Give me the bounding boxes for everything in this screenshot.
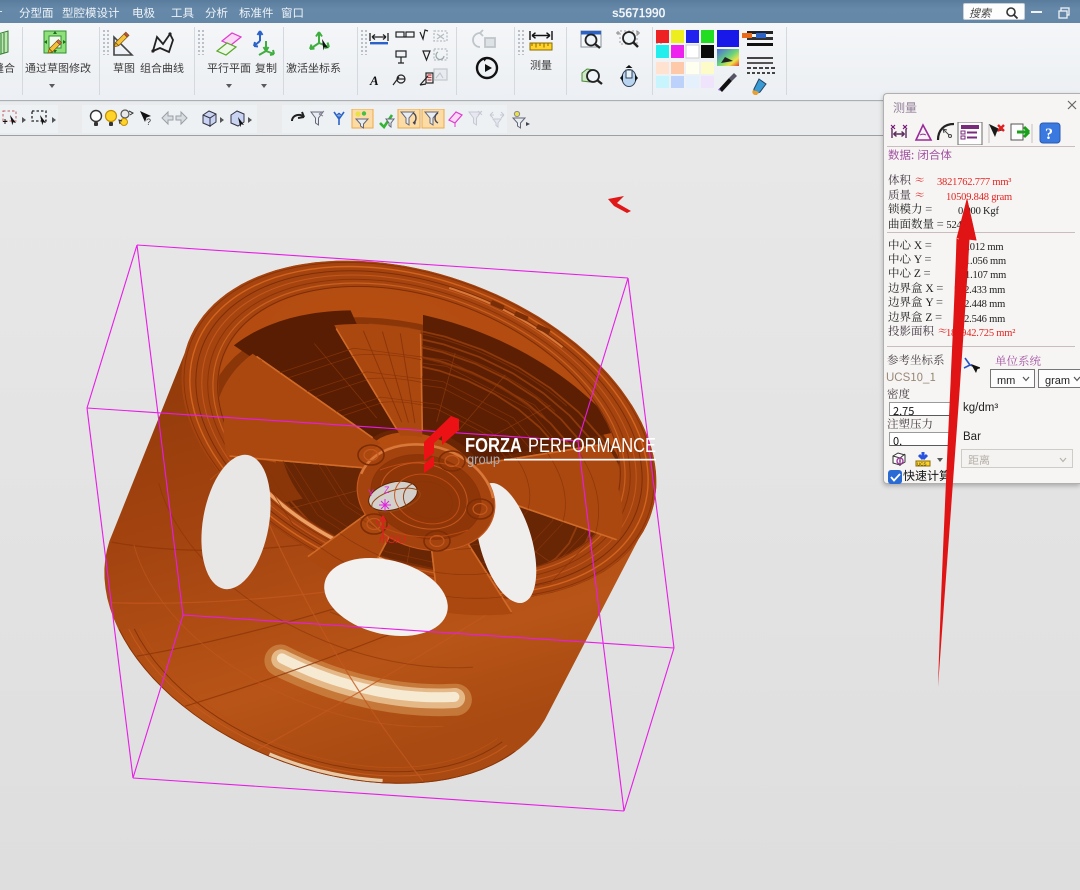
svg-text:Z: Z — [384, 485, 390, 495]
svg-text:UCS: UCS — [917, 462, 927, 467]
svg-text:group: group — [467, 452, 500, 467]
svg-text:PERFORMANCE: PERFORMANCE — [528, 435, 656, 457]
svg-text:?: ? — [1045, 126, 1053, 143]
svg-text:mSiU: mSiU — [379, 534, 406, 546]
svg-text:Y: Y — [368, 488, 374, 498]
svg-text:?: ? — [146, 117, 151, 127]
svg-text:A: A — [369, 73, 379, 88]
